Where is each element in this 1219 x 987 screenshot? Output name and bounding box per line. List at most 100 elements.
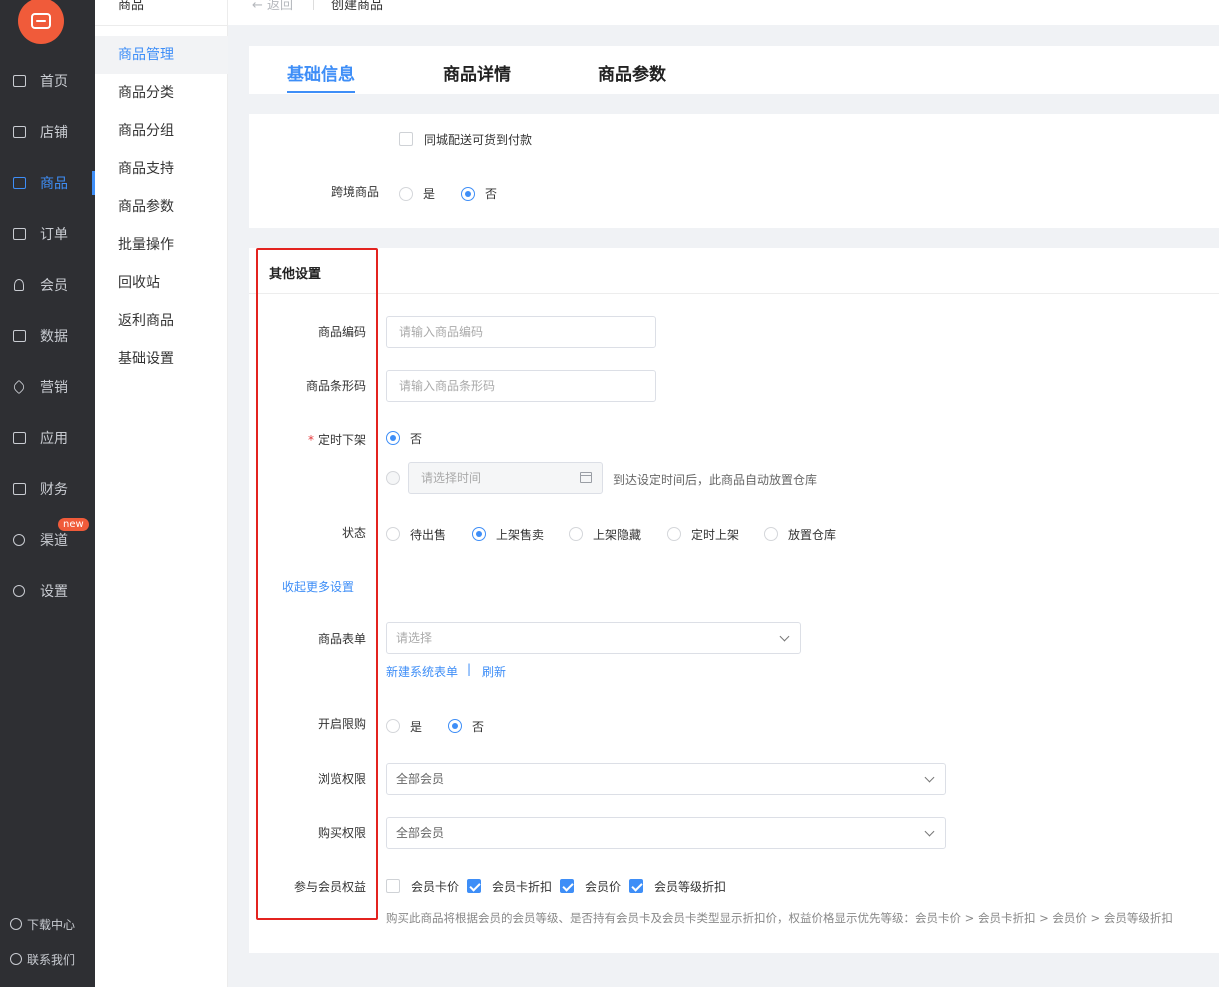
offshelf-label: * 定时下架: [246, 431, 366, 448]
breadcrumb: 创建商品: [331, 0, 384, 13]
crossborder-yes-label: 是: [423, 187, 436, 201]
browse-permission-select[interactable]: 全部会员: [386, 763, 946, 795]
sub-menu: 商品 商品管理 商品分类 商品分组 商品支持 商品参数 批量操作 回收站 返利商…: [95, 0, 228, 987]
download-center-label: 下载中心: [27, 917, 76, 932]
status-label-hidden: 上架隐藏: [593, 528, 642, 542]
time-placeholder: 请选择时间: [421, 471, 482, 485]
nav-item-app[interactable]: 应用: [0, 420, 95, 456]
crossborder-no-label: 否: [485, 187, 498, 201]
submenu-item-group[interactable]: 商品分组: [95, 112, 228, 150]
shop-icon: [12, 125, 26, 139]
nav-item-label: 店铺: [40, 125, 68, 141]
status-radio-warehouse[interactable]: [764, 527, 778, 541]
browse-permission-value: 全部会员: [396, 772, 445, 786]
nav-item-label: 订单: [40, 227, 68, 243]
submenu-item-params[interactable]: 商品参数: [95, 188, 228, 226]
top-bar: ← 返回 创建商品: [228, 0, 1219, 25]
new-badge: new: [58, 518, 89, 531]
status-radio-scheduled[interactable]: [667, 527, 681, 541]
logo[interactable]: [18, 0, 64, 44]
nav-item-goods[interactable]: 商品: [0, 165, 95, 201]
contact-us-label: 联系我们: [27, 952, 76, 967]
rights-member-price-checkbox[interactable]: [560, 879, 574, 893]
nav-item-finance[interactable]: 财务: [0, 471, 95, 507]
other-settings-card: 其他设置 商品编码 请输入商品编码 商品条形码 请输入商品条形码 * 定时下架 否…: [249, 248, 1219, 953]
crossborder-yes-radio[interactable]: [399, 187, 413, 201]
rights-level-discount-checkbox[interactable]: [629, 879, 643, 893]
nav-item-label: 设置: [40, 584, 68, 600]
submenu-item-batch[interactable]: 批量操作: [95, 226, 228, 264]
basic-card: 同城配送可货到付款 跨境商品 是 否: [249, 114, 1219, 228]
nav-item-settings[interactable]: 设置: [0, 573, 95, 609]
nav-item-shop[interactable]: 店铺: [0, 114, 95, 150]
submenu-item-recycle[interactable]: 回收站: [95, 264, 228, 302]
finance-icon: [12, 482, 26, 496]
nav-item-label: 渠道: [40, 533, 68, 549]
goods-code-label: 商品编码: [317, 325, 366, 339]
crossborder-label: 跨境商品: [330, 185, 379, 199]
buy-permission-select[interactable]: 全部会员: [386, 817, 946, 849]
time-hint: 到达设定时间后，此商品自动放置仓库: [613, 473, 818, 487]
limit-no-label: 否: [472, 720, 485, 734]
buy-permission-label: 购买权限: [317, 826, 366, 840]
order-icon: [12, 227, 26, 241]
submenu-item-goods-manage[interactable]: 商品管理: [95, 36, 228, 74]
offshelf-label-text: 定时下架: [317, 433, 366, 447]
nav-item-order[interactable]: 订单: [0, 216, 95, 252]
tab-basic-info[interactable]: 基础信息: [287, 60, 355, 93]
nav-item-channel[interactable]: 渠道 new: [0, 518, 95, 558]
contact-us-link[interactable]: 联系我们: [0, 949, 95, 969]
status-radio-hidden[interactable]: [569, 527, 583, 541]
tab-goods-detail[interactable]: 商品详情: [443, 60, 511, 85]
new-system-form-link[interactable]: 新建系统表单: [386, 663, 458, 680]
refresh-link[interactable]: 刷新: [482, 663, 506, 680]
calendar-icon: [580, 472, 592, 483]
goods-code-input[interactable]: 请输入商品编码: [386, 316, 656, 348]
submenu-item-rebate[interactable]: 返利商品: [95, 302, 228, 340]
rights-card-discount-label: 会员卡折扣: [492, 880, 553, 894]
chevron-down-icon: [924, 772, 935, 783]
nav-item-home[interactable]: 首页: [0, 63, 95, 99]
nav-item-data[interactable]: 数据: [0, 318, 95, 354]
status-radio-onsale[interactable]: [472, 527, 486, 541]
offshelf-time-picker[interactable]: 请选择时间: [408, 462, 603, 494]
limit-no-radio[interactable]: [448, 719, 462, 733]
tabs-card: 基础信息 商品详情 商品参数: [249, 46, 1219, 94]
rights-card-price-label: 会员卡价: [411, 880, 460, 894]
submenu-item-category[interactable]: 商品分类: [95, 74, 228, 112]
nav-item-label: 应用: [40, 431, 68, 447]
goods-code-placeholder: 请输入商品编码: [399, 325, 484, 339]
rights-level-discount-label: 会员等级折扣: [654, 880, 727, 894]
tab-goods-params[interactable]: 商品参数: [598, 60, 666, 85]
crossborder-no-radio[interactable]: [461, 187, 475, 201]
nav-item-label: 会员: [40, 278, 68, 294]
submenu-item-support[interactable]: 商品支持: [95, 150, 228, 188]
rights-card-discount-checkbox[interactable]: [467, 879, 481, 893]
nav-item-label: 商品: [40, 176, 68, 192]
nav-item-marketing[interactable]: 营销: [0, 369, 95, 405]
download-icon: [10, 918, 22, 930]
goods-form-placeholder: 请选择: [396, 631, 433, 645]
barcode-label: 商品条形码: [305, 379, 366, 393]
member-icon: [12, 278, 26, 292]
offshelf-time-radio[interactable]: [386, 471, 400, 485]
status-label-pending: 待出售: [410, 528, 447, 542]
rights-member-price-label: 会员价: [585, 880, 622, 894]
nav-item-label: 营销: [40, 380, 68, 396]
cod-checkbox[interactable]: [399, 132, 413, 146]
nav-item-member[interactable]: 会员: [0, 267, 95, 303]
offshelf-no-radio[interactable]: [386, 431, 400, 445]
limit-yes-label: 是: [410, 720, 423, 734]
nav-item-label: 首页: [40, 74, 68, 90]
submenu-item-basic-settings[interactable]: 基础设置: [95, 340, 228, 378]
rights-card-price-checkbox[interactable]: [386, 879, 400, 893]
goods-form-select[interactable]: 请选择: [386, 622, 801, 654]
download-center-link[interactable]: 下载中心: [0, 914, 95, 934]
back-button[interactable]: ← 返回: [252, 0, 293, 13]
barcode-input[interactable]: 请输入商品条形码: [386, 370, 656, 402]
status-radio-pending[interactable]: [386, 527, 400, 541]
required-mark: *: [307, 433, 314, 447]
goods-form-label: 商品表单: [317, 632, 366, 646]
limit-yes-radio[interactable]: [386, 719, 400, 733]
collapse-more-settings-link[interactable]: 收起更多设置: [282, 578, 354, 595]
